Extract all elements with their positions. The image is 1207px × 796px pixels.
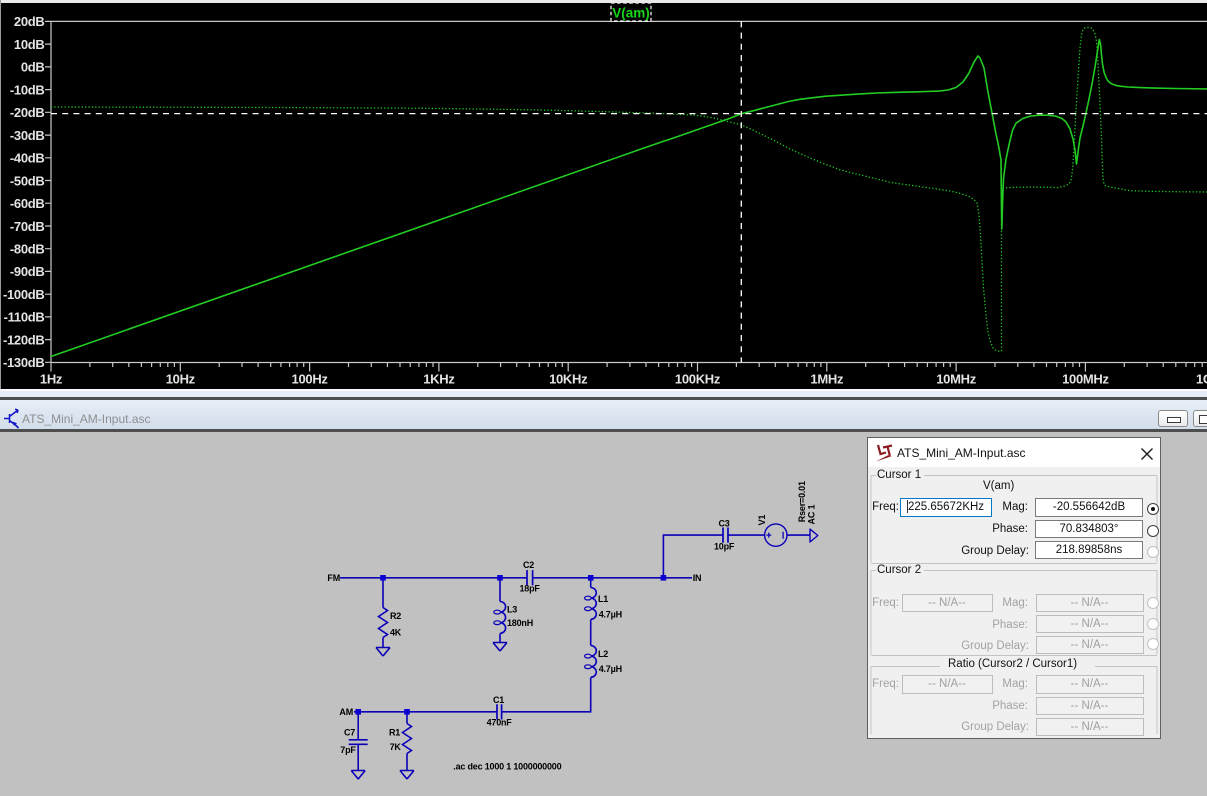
svg-text:-120dB: -120dB xyxy=(3,332,45,347)
svg-text:1GHz: 1GHz xyxy=(1196,372,1207,387)
svg-text:IN: IN xyxy=(693,573,702,583)
svg-text:20dB: 20dB xyxy=(14,14,45,29)
svg-text:1MHz: 1MHz xyxy=(810,372,844,387)
svg-text:100MHz: 100MHz xyxy=(1062,372,1109,387)
svg-text:18pF: 18pF xyxy=(520,583,541,593)
svg-text:R1: R1 xyxy=(389,727,400,737)
svg-text:10pF: 10pF xyxy=(714,542,735,552)
svg-text:V(am): V(am) xyxy=(612,6,650,21)
svg-text:0dB: 0dB xyxy=(21,60,45,75)
svg-text:-90dB: -90dB xyxy=(10,264,45,279)
svg-text:1KHz: 1KHz xyxy=(423,372,455,387)
svg-text:10MHz: 10MHz xyxy=(936,372,976,387)
svg-text:C2: C2 xyxy=(523,560,534,570)
svg-text:4K: 4K xyxy=(390,628,402,638)
svg-text:C1: C1 xyxy=(493,695,504,705)
svg-text:V1: V1 xyxy=(757,515,767,526)
svg-text:100KHz: 100KHz xyxy=(675,372,721,387)
svg-text:100Hz: 100Hz xyxy=(292,372,329,387)
svg-text:C7: C7 xyxy=(344,727,355,737)
svg-text:-20dB: -20dB xyxy=(10,105,45,120)
svg-text:10Hz: 10Hz xyxy=(166,372,196,387)
svg-text:-50dB: -50dB xyxy=(10,173,45,188)
svg-text:4.7µH: 4.7µH xyxy=(599,664,622,674)
svg-text:10KHz: 10KHz xyxy=(549,372,588,387)
svg-text:180nH: 180nH xyxy=(507,618,533,628)
svg-text:L2: L2 xyxy=(598,649,608,659)
svg-text:C3: C3 xyxy=(719,518,730,528)
svg-text:-40dB: -40dB xyxy=(10,151,45,166)
svg-text:-110dB: -110dB xyxy=(4,310,45,325)
svg-text:-130dB: -130dB xyxy=(3,355,45,370)
svg-text:AM: AM xyxy=(339,707,353,717)
svg-text:-60dB: -60dB xyxy=(10,196,45,211)
svg-text:AC 1: AC 1 xyxy=(807,505,817,525)
svg-text:L3: L3 xyxy=(507,605,517,615)
svg-text:-70dB: -70dB xyxy=(10,219,45,234)
svg-text:-100dB: -100dB xyxy=(3,287,45,302)
svg-text:1Hz: 1Hz xyxy=(40,372,63,387)
svg-text:L1: L1 xyxy=(598,594,608,604)
svg-text:-10dB: -10dB xyxy=(10,82,45,97)
svg-text:.ac dec 1000 1 1000000000: .ac dec 1000 1 1000000000 xyxy=(453,762,561,772)
svg-text:10dB: 10dB xyxy=(14,37,45,52)
svg-text:470nF: 470nF xyxy=(487,718,513,728)
svg-text:Rser=0.01: Rser=0.01 xyxy=(797,481,807,522)
svg-text:4.7µH: 4.7µH xyxy=(599,609,622,619)
svg-text:7K: 7K xyxy=(390,742,402,752)
svg-text:FM: FM xyxy=(327,573,340,583)
svg-text:7pF: 7pF xyxy=(340,745,356,755)
svg-text:-30dB: -30dB xyxy=(10,128,45,143)
svg-text:-80dB: -80dB xyxy=(10,242,45,257)
svg-text:R2: R2 xyxy=(390,611,401,621)
